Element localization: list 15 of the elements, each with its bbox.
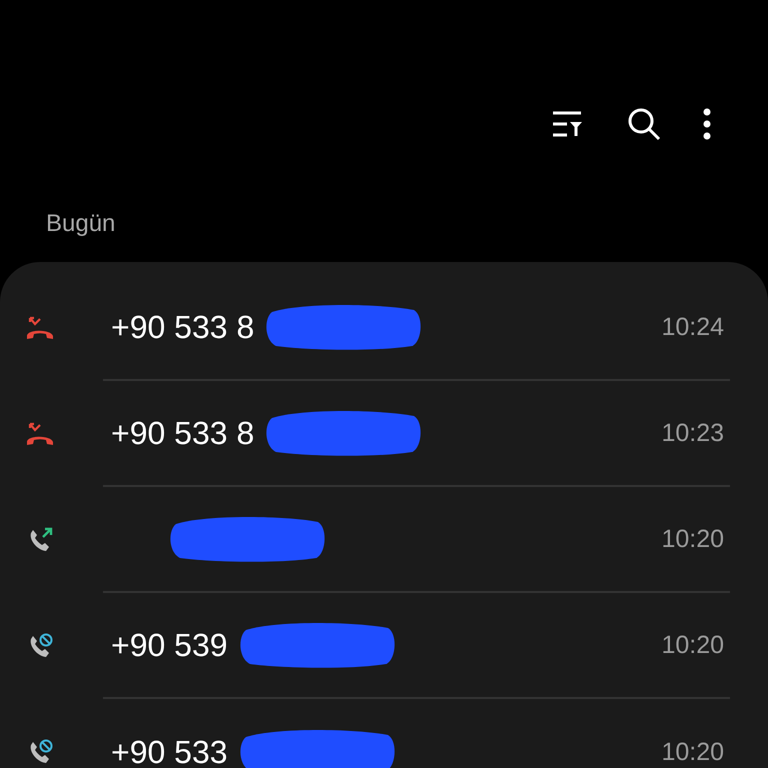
phone-number: +90 533 8 bbox=[111, 414, 254, 452]
filter-icon[interactable] bbox=[551, 109, 585, 139]
phone-number: +90 539 bbox=[111, 626, 228, 664]
section-title: Bugün bbox=[45, 209, 116, 239]
missed-call-icon bbox=[24, 421, 54, 447]
call-time: 10:20 bbox=[661, 524, 725, 554]
call-time: 10:20 bbox=[661, 630, 725, 660]
call-time: 10:24 bbox=[661, 312, 725, 342]
phone-number: +90 533 8 bbox=[111, 308, 254, 346]
phone-number: +90 533 bbox=[111, 734, 228, 768]
more-icon[interactable] bbox=[703, 108, 711, 140]
call-time: 10:20 bbox=[661, 738, 725, 766]
search-icon[interactable] bbox=[627, 107, 661, 141]
missed-call-icon bbox=[24, 315, 54, 341]
call-time: 10:23 bbox=[661, 418, 725, 448]
